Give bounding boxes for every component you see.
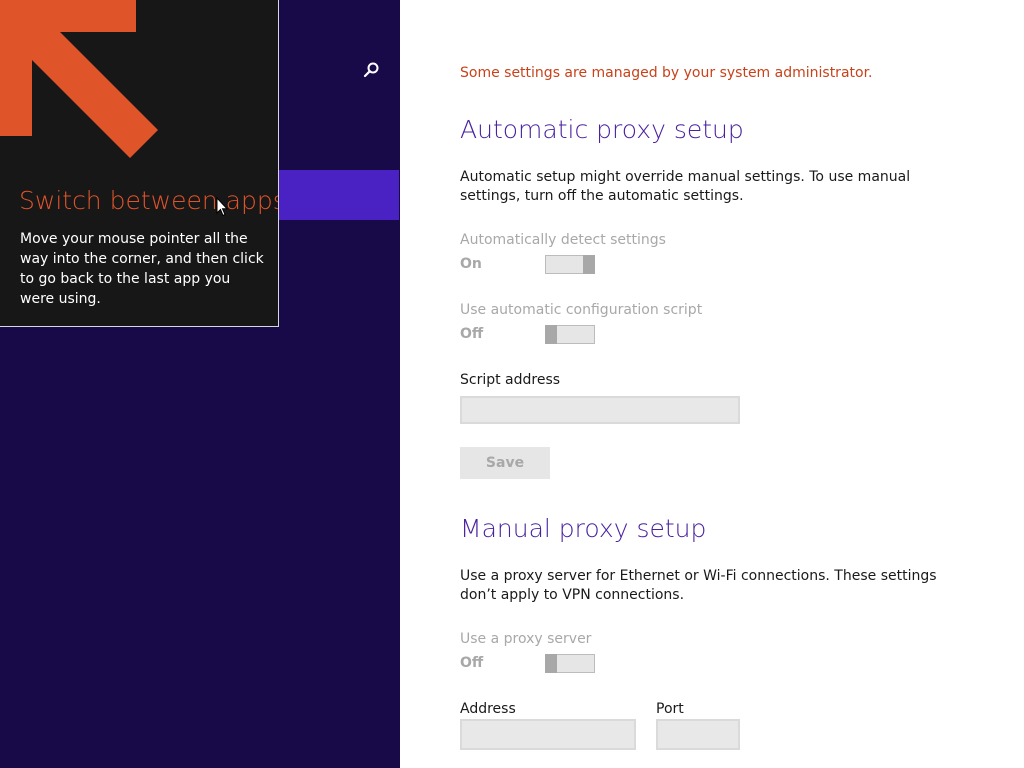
tutorial-tip: Switch between apps Move your mouse poin… (0, 0, 279, 327)
auto-detect-toggle[interactable] (545, 255, 595, 274)
search-icon[interactable] (361, 60, 381, 80)
toggle-thumb (545, 654, 557, 673)
manual-proxy-title: Manual proxy setup (460, 514, 707, 543)
save-button[interactable]: Save (460, 447, 550, 479)
automatic-proxy-description: Automatic setup might override manual se… (460, 169, 911, 204)
admin-note: Some settings are managed by your system… (460, 65, 873, 81)
address-label: Address (460, 701, 516, 717)
port-label: Port (656, 701, 684, 717)
auto-detect-state: On (460, 256, 482, 272)
config-script-toggle[interactable] (545, 325, 595, 344)
tip-body: Move your mouse pointer all the way into… (20, 231, 264, 307)
config-script-label: Use automatic configuration script (460, 302, 703, 318)
port-input[interactable] (656, 719, 740, 750)
use-proxy-label: Use a proxy server (460, 631, 592, 647)
use-proxy-state: Off (460, 655, 484, 671)
script-address-input[interactable] (460, 396, 740, 424)
pc-settings-window: Switch between apps Move your mouse poin… (0, 0, 1024, 768)
address-input[interactable] (460, 719, 636, 750)
mouse-pointer-icon (216, 196, 229, 221)
script-address-label: Script address (460, 372, 561, 388)
toggle-thumb (545, 325, 557, 344)
automatic-proxy-title: Automatic proxy setup (460, 115, 744, 144)
tip-title: Switch between apps (19, 186, 279, 215)
config-script-state: Off (460, 326, 484, 342)
auto-detect-label: Automatically detect settings (460, 232, 666, 248)
manual-proxy-description: Use a proxy server for Ethernet or Wi-Fi… (460, 568, 937, 603)
use-proxy-toggle[interactable] (545, 654, 595, 673)
toggle-thumb (583, 255, 595, 274)
arrow-up-left-icon (0, 0, 170, 164)
